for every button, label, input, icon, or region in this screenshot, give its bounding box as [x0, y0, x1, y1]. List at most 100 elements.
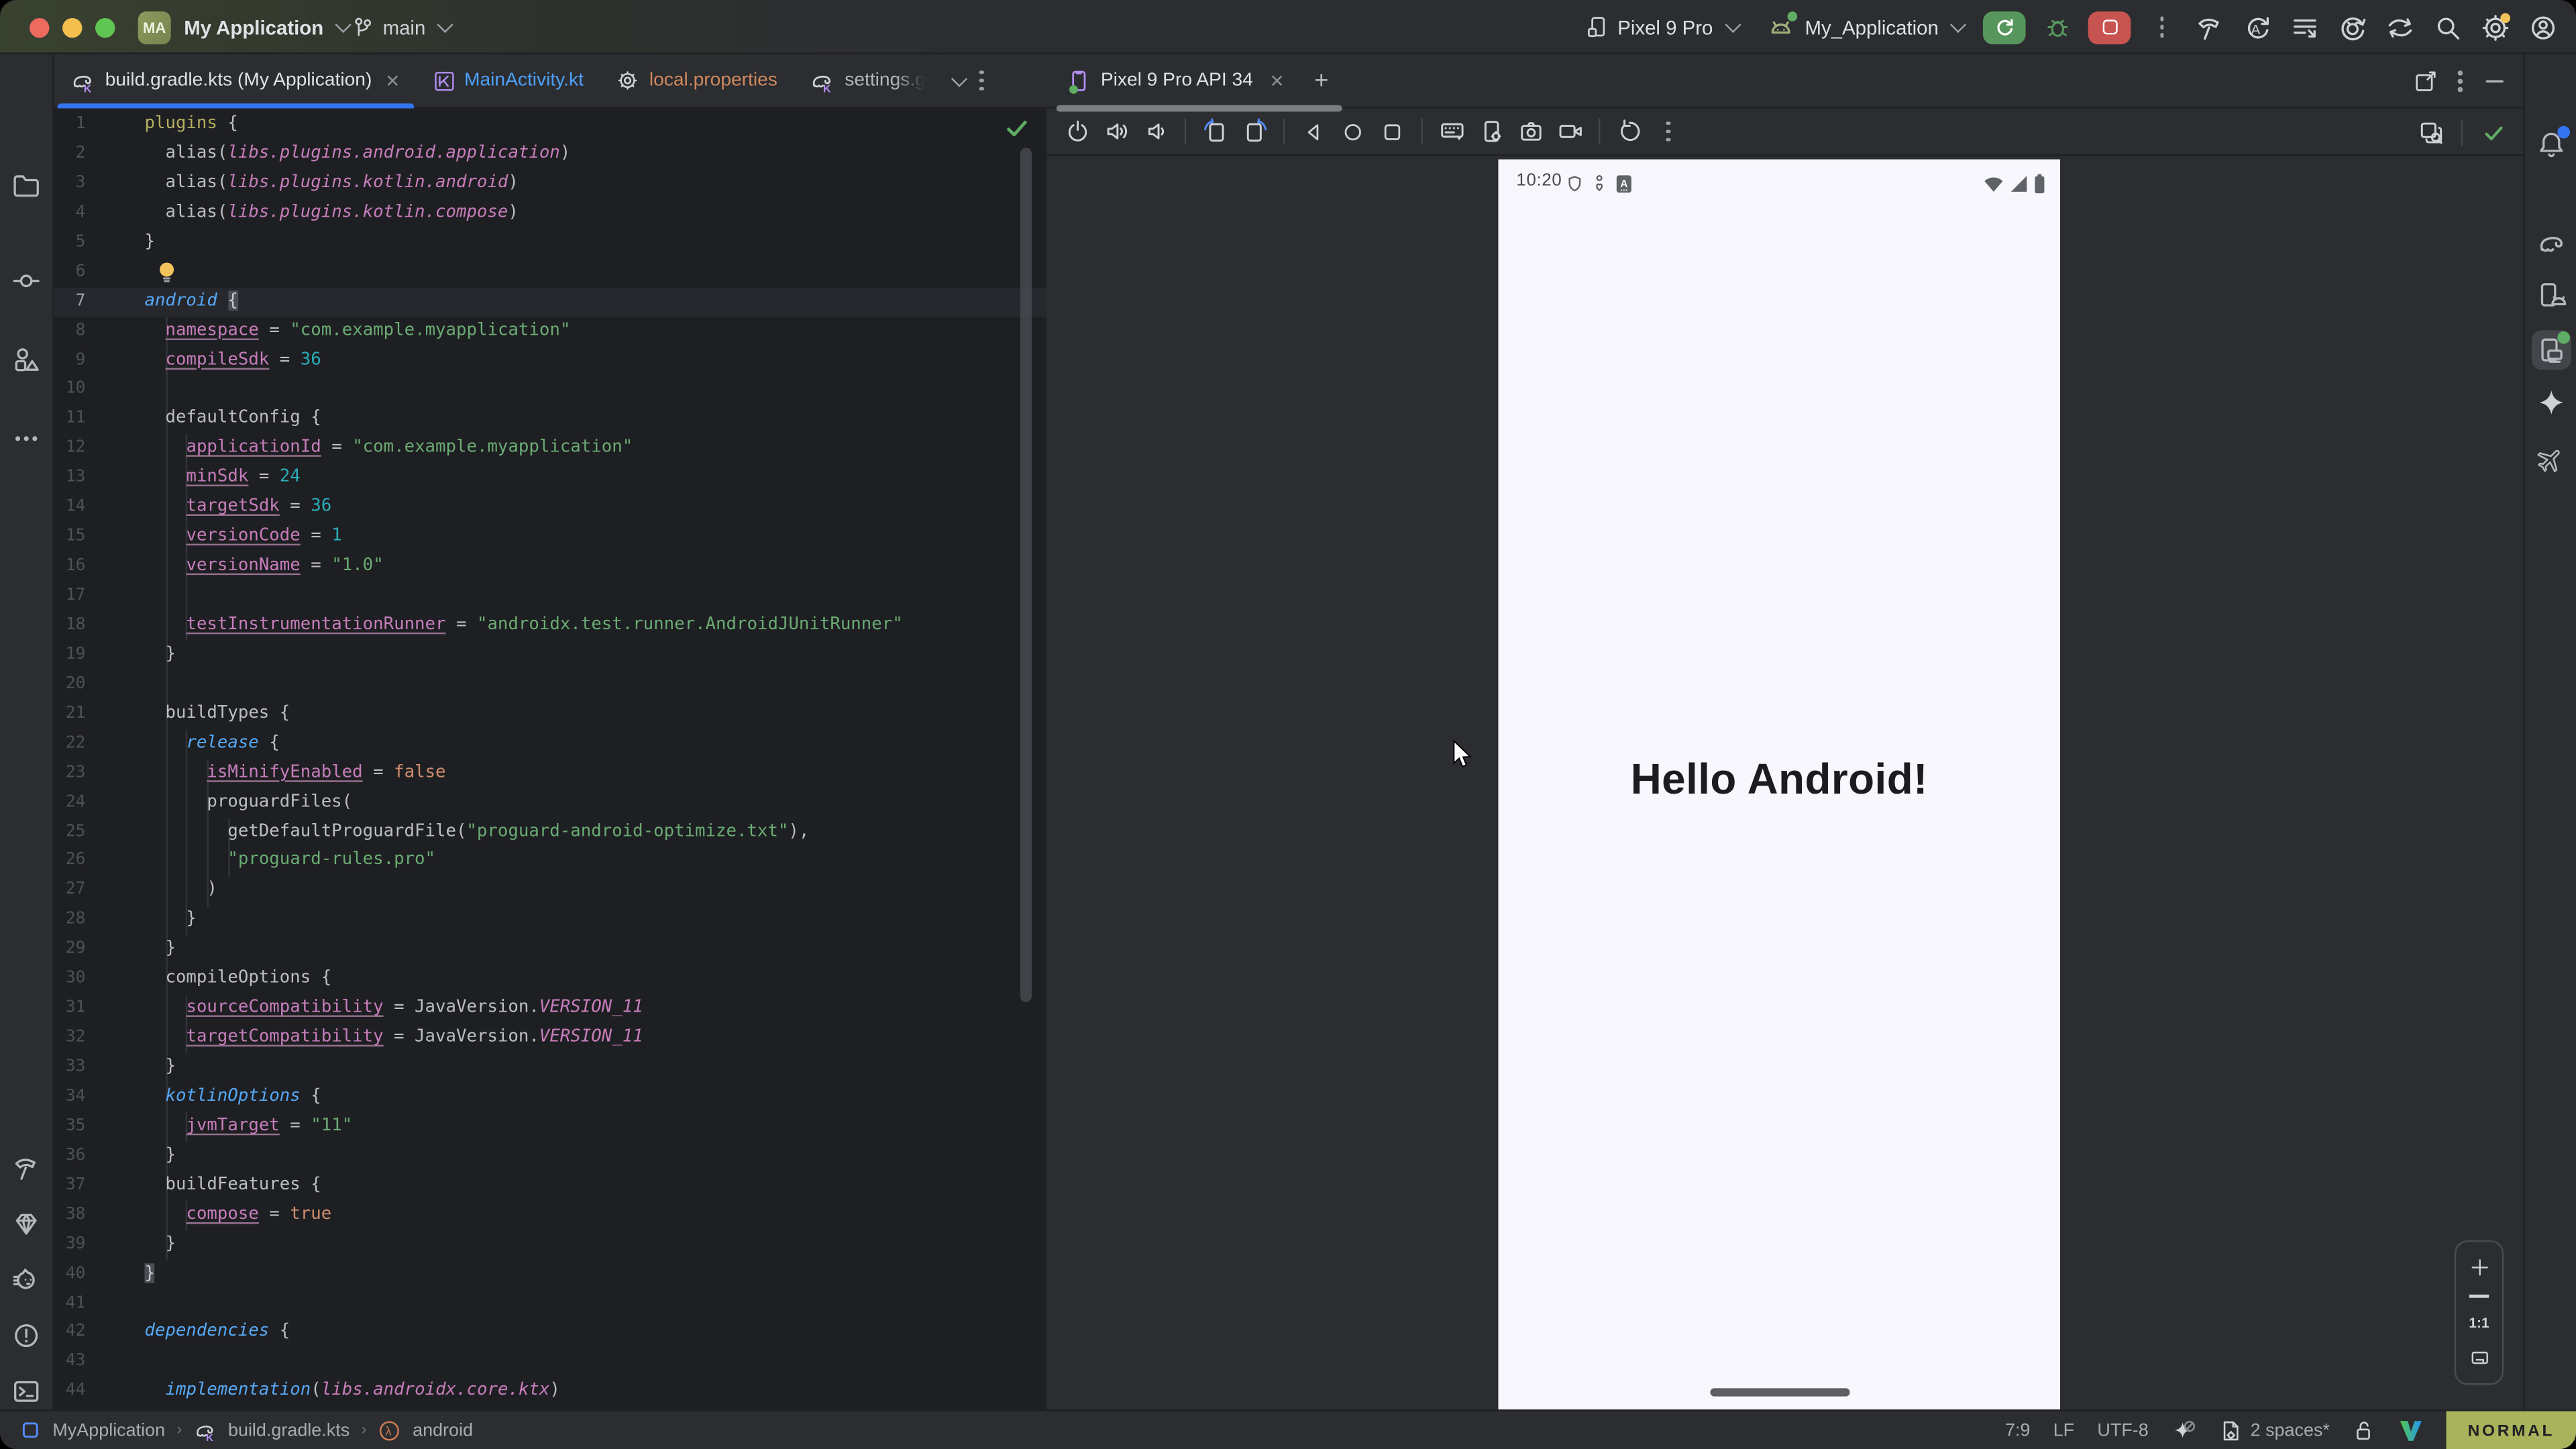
vim-mode-badge[interactable]: NORMAL [2447, 1411, 2576, 1449]
toolbar-scrollbar-thumb[interactable] [1057, 105, 1342, 111]
device-settings-button[interactable] [1474, 114, 1508, 148]
code-line[interactable]: 9 compileSdk = 36 [54, 346, 1046, 376]
code-line[interactable]: 37 buildFeatures { [54, 1171, 1046, 1201]
more-tool-windows-button[interactable] [7, 419, 46, 458]
code-line[interactable]: 33 } [54, 1053, 1046, 1083]
code-line[interactable]: 30 compileOptions { [54, 965, 1046, 994]
code-line[interactable]: 19 } [54, 641, 1046, 670]
tab-list-dropdown[interactable] [942, 54, 970, 108]
status-ok-check-icon[interactable] [2476, 115, 2510, 149]
code-line[interactable]: 6 [54, 258, 1046, 287]
code-line[interactable]: 3 alias(libs.plugins.kotlin.android) [54, 169, 1046, 199]
code-line[interactable]: 20 [54, 670, 1046, 700]
zoom-in-button[interactable] [2469, 1257, 2490, 1279]
airplane-tool-button[interactable] [2532, 439, 2571, 478]
file-encoding[interactable]: UTF-8 [2097, 1421, 2148, 1440]
code-line[interactable]: 10 [54, 375, 1046, 405]
add-device-tab-button[interactable]: + [1314, 66, 1328, 95]
code-line[interactable]: 14 targetSdk = 36 [54, 493, 1046, 523]
tab-local-properties[interactable]: local.properties [600, 54, 794, 108]
maximize-window-button[interactable] [95, 17, 115, 37]
breadcrumb-file[interactable]: build.gradle.kts [228, 1420, 350, 1440]
unlocked-padlock-icon[interactable] [2353, 1419, 2375, 1442]
volume-down-button[interactable] [1138, 114, 1173, 148]
code-line[interactable]: 43 [54, 1348, 1046, 1377]
screenshot-button[interactable] [1513, 114, 1548, 148]
toolbar-more-button[interactable] [1651, 114, 1685, 148]
tab-options-button[interactable] [970, 54, 994, 108]
rerun-button[interactable] [1983, 11, 2026, 44]
breadcrumb-element[interactable]: android [413, 1420, 473, 1440]
back-button[interactable] [1296, 114, 1330, 148]
code-line[interactable]: 16 versionName = "1.0" [54, 552, 1046, 582]
code-line[interactable]: 11 defaultConfig { [54, 405, 1046, 434]
code-line[interactable]: 12 applicationId = "com.example.myapplic… [54, 434, 1046, 464]
notifications-button[interactable] [2532, 125, 2571, 164]
intention-lightbulb-icon[interactable] [156, 261, 178, 284]
code-editor[interactable]: 1plugins {2 alias(libs.plugins.android.a… [54, 109, 1046, 1410]
code-line[interactable]: 2 alias(libs.plugins.android.application… [54, 140, 1046, 169]
code-line[interactable]: 42dependencies { [54, 1318, 1046, 1348]
ideavim-icon[interactable] [2399, 1419, 2424, 1442]
gradle-tool-button[interactable] [2532, 223, 2571, 263]
editor-scrollbar[interactable] [1020, 148, 1032, 1002]
code-line[interactable]: 25 getDefaultProguardFile("proguard-andr… [54, 817, 1046, 847]
code-line[interactable]: 36 } [54, 1142, 1046, 1171]
build-button[interactable] [2193, 11, 2226, 44]
more-actions-button[interactable] [2145, 11, 2178, 44]
gemini-tool-button[interactable] [2532, 383, 2571, 423]
stop-button[interactable] [2088, 11, 2131, 44]
device-manager-tool-button[interactable] [2532, 276, 2571, 315]
debug-button[interactable] [2041, 11, 2074, 44]
breadcrumb-project[interactable]: MyApplication [52, 1420, 165, 1440]
code-line[interactable]: 7android { [54, 287, 1046, 317]
code-line[interactable]: 39 } [54, 1230, 1046, 1259]
code-line[interactable]: 34 kotlinOptions { [54, 1083, 1046, 1112]
logcat-cat-button[interactable] [7, 1260, 46, 1299]
tab-settings-gradle[interactable]: K settings.g [794, 54, 942, 108]
search-everywhere-button[interactable] [2431, 11, 2464, 44]
code-line[interactable]: 32 targetCompatibility = JavaVersion.VER… [54, 1024, 1046, 1053]
device-screen[interactable]: 10:20 A Hello Android! [1498, 160, 2060, 1410]
volume-up-button[interactable] [1099, 114, 1133, 148]
code-line[interactable]: 13 minSdk = 24 [54, 464, 1046, 493]
line-ending[interactable]: LF [2053, 1421, 2074, 1440]
build-variants-gem-button[interactable] [7, 1204, 46, 1244]
layout-inspector-button[interactable] [2414, 115, 2448, 149]
code-line[interactable]: 21 buildTypes { [54, 700, 1046, 729]
code-line[interactable]: 24 proguardFiles( [54, 788, 1046, 817]
fit-to-window-button[interactable] [2469, 1347, 2490, 1368]
minimize-window-button[interactable] [62, 17, 82, 37]
code-line[interactable]: 8 namespace = "com.example.myapplication… [54, 317, 1046, 346]
code-line[interactable]: 18 testInstrumentationRunner = "androidx… [54, 611, 1046, 641]
gesture-navigation-bar[interactable] [1709, 1388, 1849, 1395]
code-line[interactable]: 38 compose = true [54, 1200, 1046, 1230]
build-tool-button[interactable] [7, 1148, 46, 1188]
zoom-reset-button[interactable]: 1:1 [2469, 1314, 2489, 1330]
running-devices-tool-button[interactable] [2532, 330, 2571, 370]
code-line[interactable]: 40} [54, 1259, 1046, 1289]
screen-record-button[interactable] [1552, 114, 1587, 148]
indent-widget[interactable]: 2 spaces* [2219, 1419, 2330, 1442]
close-device-tab-icon[interactable]: ✕ [1269, 70, 1285, 91]
snapshot-reset-button[interactable] [1611, 114, 1646, 148]
run-configuration-selector[interactable]: My_Application [1757, 11, 1968, 44]
home-button[interactable] [1336, 114, 1370, 148]
rotate-right-button[interactable] [1237, 114, 1271, 148]
show-keyboard-button[interactable] [1434, 114, 1468, 148]
code-line[interactable]: 23 isMinifyEnabled = false [54, 759, 1046, 788]
caret-position[interactable]: 7:9 [2005, 1421, 2030, 1440]
code-line[interactable]: 17 [54, 582, 1046, 611]
resource-manager-tool-button[interactable] [7, 340, 46, 380]
gradle-sync-button[interactable] [2383, 11, 2416, 44]
apply-changes-button[interactable]: A [2241, 11, 2273, 44]
device-selector[interactable]: Pixel 9 Pro [1578, 15, 1742, 40]
open-in-new-window-icon[interactable] [2414, 69, 2439, 94]
restart-debugger-button[interactable] [2336, 11, 2369, 44]
code-line[interactable]: 35 jvmTarget = "11" [54, 1112, 1046, 1142]
tab-build-gradle-kts[interactable]: K build.gradle.kts (My Application) ✕ [54, 54, 417, 108]
tab-mainactivity-kt[interactable]: MainActivity.kt [417, 54, 600, 108]
code-line[interactable]: 31 sourceCompatibility = JavaVersion.VER… [54, 994, 1046, 1024]
code-line[interactable]: 44 implementation(libs.androidx.core.ktx… [54, 1377, 1046, 1407]
panel-options-button[interactable] [2459, 71, 2463, 92]
